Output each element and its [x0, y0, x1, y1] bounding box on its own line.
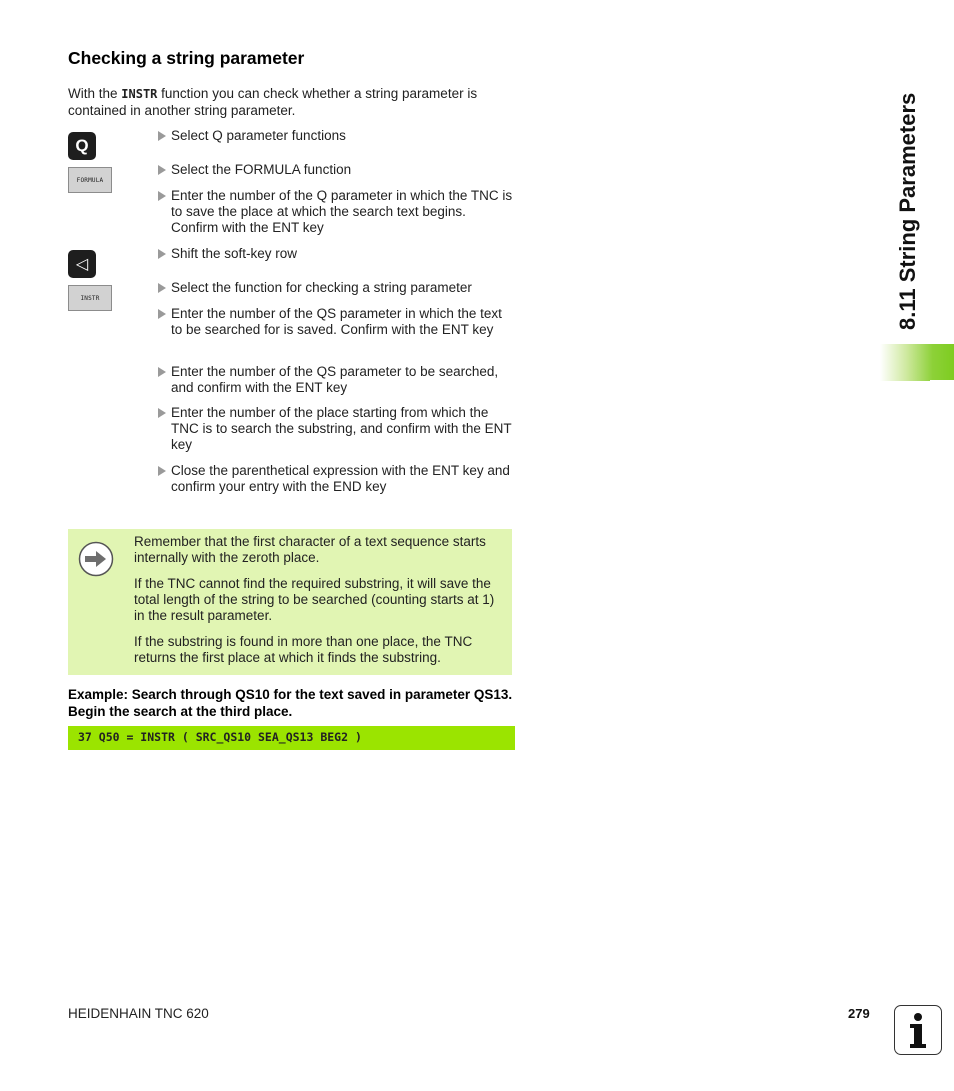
- triangle-bullet-icon: [158, 191, 166, 201]
- triangle-bullet-icon: [158, 466, 166, 476]
- triangle-left-icon: ◁: [75, 256, 89, 273]
- footer-brand: HEIDENHAIN TNC 620: [68, 1006, 209, 1021]
- step-text: Enter the number of the place starting f…: [171, 405, 512, 452]
- step-text: Enter the number of the QS parameter to …: [171, 364, 499, 395]
- triangle-bullet-icon: [158, 283, 166, 293]
- page-number: 279: [848, 1006, 870, 1021]
- chapter-tab-divider: [930, 380, 954, 381]
- step-item: Select Q parameter functions: [158, 128, 513, 144]
- step-item: Enter the number of the QS parameter to …: [158, 364, 513, 396]
- step-item: Enter the number of the place starting f…: [158, 405, 513, 453]
- step-text: Enter the number of the QS parameter in …: [171, 306, 502, 337]
- code-example-text: 37 Q50 = INSTR ( SRC_QS10 SEA_QS13 BEG2 …: [78, 730, 362, 744]
- instr-softkey: INSTR: [68, 285, 112, 311]
- triangle-bullet-icon: [158, 309, 166, 319]
- step-text: Enter the number of the Q parameter in w…: [171, 188, 513, 235]
- code-example-bar: 37 Q50 = INSTR ( SRC_QS10 SEA_QS13 BEG2 …: [68, 726, 515, 750]
- step-text: Close the parenthetical expression with …: [171, 463, 510, 494]
- q-key: Q: [68, 132, 96, 160]
- intro-code-instr: INSTR: [121, 87, 158, 101]
- q-key-label: Q: [75, 136, 89, 155]
- step-item: Enter the number of the Q parameter in w…: [158, 188, 513, 236]
- step-text: Shift the soft-key row: [171, 246, 298, 261]
- note-paragraph: Remember that the first character of a t…: [134, 534, 486, 565]
- instr-softkey-label: INSTR: [80, 294, 100, 302]
- arrow-right-icon: [78, 541, 114, 577]
- triangle-bullet-icon: [158, 131, 166, 141]
- step-text: Select Q parameter functions: [171, 128, 346, 143]
- step-item: Close the parenthetical expression with …: [158, 463, 513, 495]
- note-box: Remember that the first character of a t…: [68, 529, 512, 675]
- info-icon: [894, 1005, 942, 1055]
- triangle-bullet-icon: [158, 367, 166, 377]
- triangle-bullet-icon: [158, 408, 166, 418]
- step-item: Select the function for checking a strin…: [158, 280, 513, 296]
- step-text: Select the FORMULA function: [171, 162, 352, 177]
- triangle-bullet-icon: [158, 249, 166, 259]
- step-item: Shift the soft-key row: [158, 246, 513, 262]
- intro-paragraph: With the INSTR function you can check wh…: [68, 86, 518, 119]
- chapter-tab-marker: [880, 344, 954, 381]
- step-item: Select the FORMULA function: [158, 162, 513, 178]
- section-title: Checking a string parameter: [68, 48, 305, 68]
- formula-softkey: FORMULA: [68, 167, 112, 193]
- triangle-bullet-icon: [158, 165, 166, 175]
- note-paragraph: If the TNC cannot find the required subs…: [134, 576, 495, 623]
- info-glyph: [910, 1013, 926, 1048]
- intro-text-before: With the: [68, 86, 122, 101]
- note-paragraph: If the substring is found in more than o…: [134, 634, 473, 665]
- formula-softkey-label: FORMULA: [76, 176, 104, 184]
- step-item: Enter the number of the QS parameter in …: [158, 306, 513, 338]
- chapter-title-vertical: 8.11 String Parameters: [895, 92, 920, 330]
- shift-softkey-row-key: ◁: [68, 250, 96, 278]
- example-heading: Example: Search through QS10 for the tex…: [68, 687, 513, 719]
- step-text: Select the function for checking a strin…: [171, 280, 472, 295]
